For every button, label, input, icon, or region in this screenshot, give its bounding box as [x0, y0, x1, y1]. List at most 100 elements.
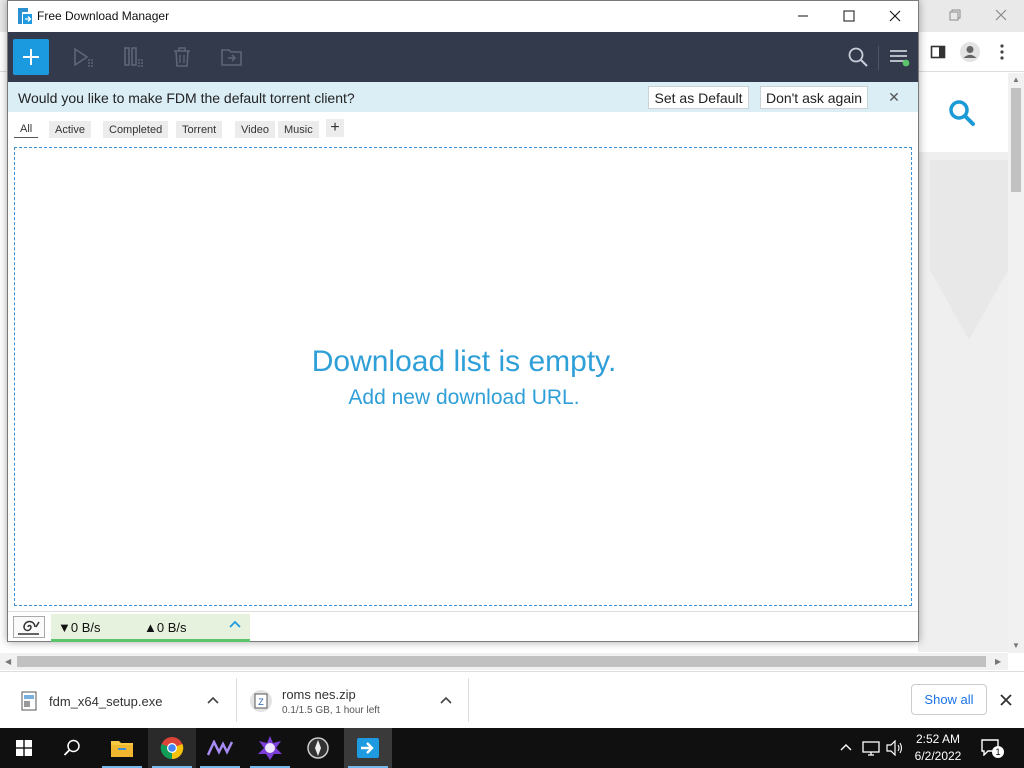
browser-restore-button[interactable] — [932, 0, 978, 30]
speed-mode-button[interactable] — [13, 616, 45, 638]
shelf-divider — [468, 678, 469, 722]
maximize-button[interactable] — [826, 1, 872, 31]
show-all-button[interactable]: Show all — [911, 684, 987, 715]
pause-button[interactable] — [122, 45, 146, 69]
menu-icon — [890, 50, 910, 67]
scroll-down-arrow[interactable]: ▼ — [1012, 641, 1020, 650]
chevron-up-icon[interactable] — [229, 620, 241, 628]
taskbar-chrome[interactable] — [148, 728, 196, 768]
notification-close-button[interactable]: ✕ — [886, 88, 902, 106]
download-filename: roms nes.zip — [282, 686, 356, 702]
fdm-window: Free Download Manager Would you like to … — [7, 0, 919, 642]
start-button[interactable] — [0, 728, 48, 768]
taskbar-app-3[interactable] — [294, 728, 342, 768]
search-button[interactable] — [846, 45, 870, 69]
download-progress-text: 0.1/1.5 GB, 1 hour left — [282, 704, 380, 716]
traffic-speed-panel[interactable]: ▼0 B/s ▲0 B/s — [51, 614, 250, 642]
file-explorer-icon — [111, 741, 133, 757]
delete-icon — [174, 47, 190, 67]
search-icon — [848, 47, 868, 67]
window-title: Free Download Manager — [37, 9, 170, 23]
profile-icon — [960, 42, 980, 62]
app-icon — [207, 740, 233, 756]
resume-icon — [74, 47, 93, 67]
scroll-left-arrow[interactable]: ◀ — [5, 657, 11, 666]
browser-close-button[interactable] — [978, 0, 1024, 30]
clock-time: 2:52 AM — [915, 732, 961, 746]
profile-button[interactable] — [958, 40, 982, 64]
chevron-up-icon[interactable] — [207, 696, 219, 704]
add-tab-button[interactable]: + — [326, 119, 344, 137]
close-icon — [889, 10, 901, 22]
scroll-right-arrow[interactable]: ▶ — [995, 657, 1001, 666]
add-url-link[interactable]: Add new download URL. — [15, 386, 913, 410]
main-menu-button[interactable] — [887, 45, 911, 69]
download-speed: ▼0 B/s — [58, 620, 101, 635]
set-as-default-button[interactable]: Set as Default — [648, 86, 749, 109]
close-shelf-icon[interactable] — [1000, 694, 1012, 706]
taskbar-search-button[interactable] — [48, 728, 96, 768]
taskbar-app-1[interactable] — [196, 728, 244, 768]
tab-video[interactable]: Video — [235, 121, 275, 138]
tab-all[interactable]: All — [14, 121, 39, 138]
horizontal-scrollbar-thumb[interactable] — [17, 656, 986, 667]
shelf-divider — [236, 678, 237, 722]
chrome-icon — [160, 737, 184, 760]
status-bar: ▼0 B/s ▲0 B/s — [8, 611, 918, 642]
download-filename: fdm_x64_setup.exe — [49, 693, 163, 709]
open-folder-icon — [221, 49, 242, 66]
vertical-scrollbar-thumb[interactable] — [1011, 88, 1021, 192]
tab-music[interactable]: Music — [278, 121, 319, 138]
tab-completed[interactable]: Completed — [103, 121, 169, 138]
plus-icon: + — [330, 119, 340, 136]
close-button[interactable] — [872, 1, 918, 31]
maximize-icon — [843, 10, 855, 22]
upload-speed: ▲0 B/s — [144, 620, 187, 635]
notification-center-button[interactable]: 1 — [980, 738, 1006, 760]
search-taskbar-icon — [63, 739, 80, 756]
volume-icon[interactable] — [886, 740, 904, 756]
snail-icon — [18, 620, 40, 635]
clock-date: 6/2/2022 — [914, 749, 962, 763]
installer-file-icon — [21, 691, 37, 711]
dont-ask-again-button[interactable]: Don't ask again — [760, 86, 868, 109]
delete-button[interactable] — [170, 45, 194, 69]
chevron-down-icon — [930, 160, 1008, 340]
scroll-up-arrow[interactable]: ▲ — [1012, 75, 1020, 84]
add-download-button[interactable] — [13, 39, 49, 75]
empty-list-title: Download list is empty. — [311, 345, 617, 378]
search-icon[interactable] — [948, 99, 976, 127]
system-clock[interactable]: 2:52 AM 6/2/2022 — [906, 731, 970, 765]
download-shelf: fdm_x64_setup.exe Z roms nes.zip 0.1/1.5… — [0, 671, 1024, 728]
minimize-button[interactable] — [780, 1, 826, 31]
fdm-logo-icon — [357, 738, 379, 758]
taskbar-fdm[interactable] — [344, 728, 392, 768]
fdm-toolbar — [8, 32, 918, 82]
tab-active[interactable]: Active — [49, 121, 91, 138]
taskbar-file-explorer[interactable] — [98, 728, 146, 768]
close-icon: ✕ — [888, 88, 900, 105]
fdm-titlebar[interactable]: Free Download Manager — [8, 1, 918, 32]
network-icon[interactable] — [862, 740, 880, 756]
toolbar-divider — [878, 46, 879, 70]
download-item[interactable]: fdm_x64_setup.exe — [18, 680, 228, 722]
chevron-up-icon[interactable] — [840, 743, 852, 751]
resume-button[interactable] — [72, 45, 96, 69]
tab-torrent[interactable]: Torrent — [176, 121, 223, 138]
side-panel-button[interactable] — [926, 40, 950, 64]
filter-tabs: All Active Completed Torrent Video Music… — [8, 114, 918, 142]
chrome-menu-button[interactable] — [990, 40, 1014, 64]
notification-message: Would you like to make FDM the default t… — [18, 90, 355, 106]
download-drop-zone[interactable]: Download list is empty. Add new download… — [14, 147, 912, 606]
app-icon — [258, 736, 282, 760]
notification-count-badge: 1 — [992, 746, 1004, 758]
download-item[interactable]: Z roms nes.zip 0.1/1.5 GB, 1 hour left — [249, 680, 459, 722]
chevron-up-icon[interactable] — [440, 696, 452, 704]
svg-text:Z: Z — [258, 697, 264, 707]
fdm-logo-icon — [18, 8, 32, 24]
app-icon — [307, 737, 329, 759]
open-folder-button[interactable] — [220, 45, 244, 69]
zip-file-icon: Z — [250, 690, 272, 712]
taskbar-app-2[interactable] — [246, 728, 294, 768]
side-panel-icon — [930, 45, 946, 59]
